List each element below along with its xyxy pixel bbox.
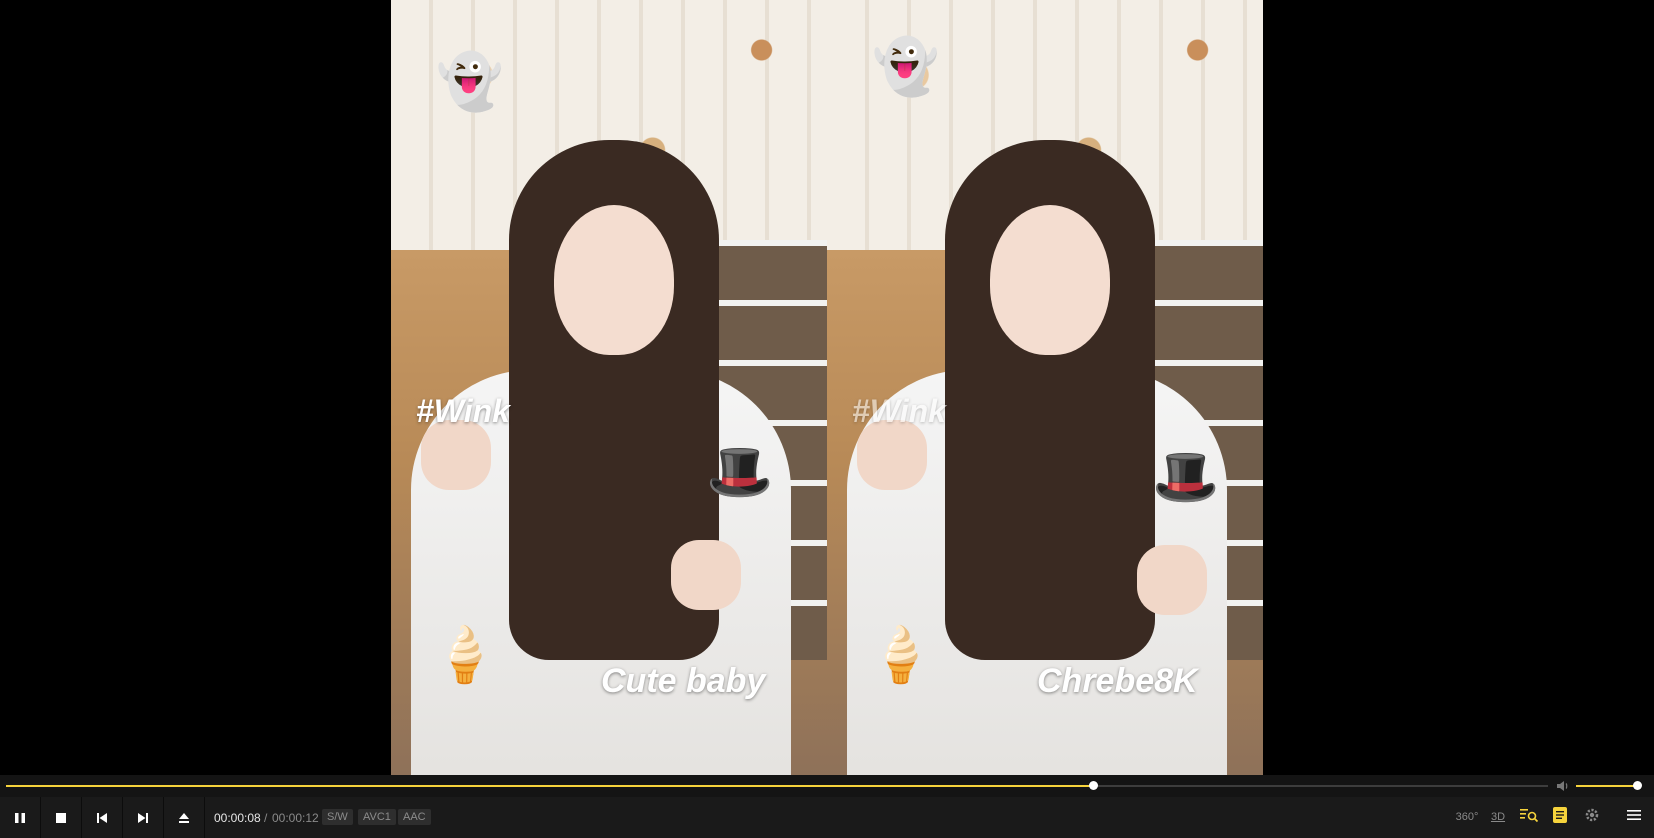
pause-button[interactable] [0, 797, 41, 838]
video-left-panel: 👻 🎩 🍦 #Wink Cute baby [391, 0, 827, 775]
face [554, 205, 674, 355]
stop-button[interactable] [41, 797, 82, 838]
ghost-tophat-sticker: 🎩 [706, 442, 774, 502]
eject-button[interactable] [164, 797, 205, 838]
360-icon: 360° [1455, 811, 1479, 823]
subtitle-button[interactable] [1549, 806, 1571, 828]
seek-handle[interactable] [1089, 781, 1099, 790]
caption-tag: #Wink [416, 393, 510, 429]
previous-button[interactable] [82, 797, 123, 838]
decoder-badge[interactable]: S/W [322, 809, 353, 825]
seek-slider[interactable] [6, 781, 1548, 790]
hand [671, 540, 741, 610]
subtitle-icon [1553, 806, 1567, 828]
hand [421, 420, 491, 490]
volume-icon[interactable] [1556, 779, 1570, 793]
hand [857, 420, 927, 490]
caption-tag: #Wink [852, 393, 946, 429]
gear-icon [1584, 807, 1600, 828]
face [990, 205, 1110, 355]
360-button[interactable]: 360° [1455, 807, 1479, 827]
ice-cream-sticker: 🍦 [431, 625, 499, 685]
current-time[interactable]: 00:00:08 [214, 811, 261, 825]
menu-button[interactable] [1623, 807, 1645, 827]
seek-bar-area [0, 775, 1654, 797]
playlist-search-button[interactable] [1518, 807, 1540, 827]
video-frame[interactable]: 👻 🎩 🍦 #Wink Cute baby 👻 🎩 🍦 #Wink Chrebe… [391, 0, 1263, 775]
video-right-panel: 👻 🎩 🍦 #Wink Chrebe8K [827, 0, 1263, 775]
previous-icon [96, 812, 108, 824]
pause-icon [14, 812, 26, 824]
volume-level [1576, 785, 1637, 787]
next-button[interactable] [123, 797, 164, 838]
menu-icon [1627, 808, 1641, 826]
seek-progress [6, 785, 1094, 787]
ghost-tophat-sticker: 🎩 [1152, 447, 1220, 507]
volume-handle[interactable] [1632, 781, 1642, 790]
caption-main: Chrebe8K [1037, 662, 1198, 700]
3d-button[interactable]: 3D [1487, 807, 1509, 827]
caption-main: Cute baby [601, 662, 766, 700]
ice-cream-sticker: 🍦 [867, 625, 935, 685]
ghost-sticker: 👻 [872, 37, 940, 97]
next-icon [137, 812, 149, 824]
stop-icon [56, 812, 66, 823]
eject-icon [178, 812, 190, 824]
hand [1137, 545, 1207, 615]
3d-icon: 3D [1490, 811, 1506, 823]
playlist-search-icon [1520, 807, 1539, 828]
total-time[interactable]: 00:00:12 [272, 811, 319, 825]
video-codec-badge[interactable]: AVC1 [358, 809, 396, 825]
video-area[interactable]: 👻 🎩 🍦 #Wink Cute baby 👻 🎩 🍦 #Wink Chrebe… [0, 0, 1654, 775]
time-separator: / [264, 811, 268, 825]
volume-slider[interactable] [1576, 781, 1642, 790]
audio-codec-badge[interactable]: AAC [398, 809, 431, 825]
settings-button[interactable] [1581, 807, 1603, 827]
ghost-sunglasses-sticker: 👻 [436, 52, 504, 112]
control-bar: 00:00:08 / 00:00:12 S/W AVC1 AAC 360° 3D [0, 797, 1654, 838]
